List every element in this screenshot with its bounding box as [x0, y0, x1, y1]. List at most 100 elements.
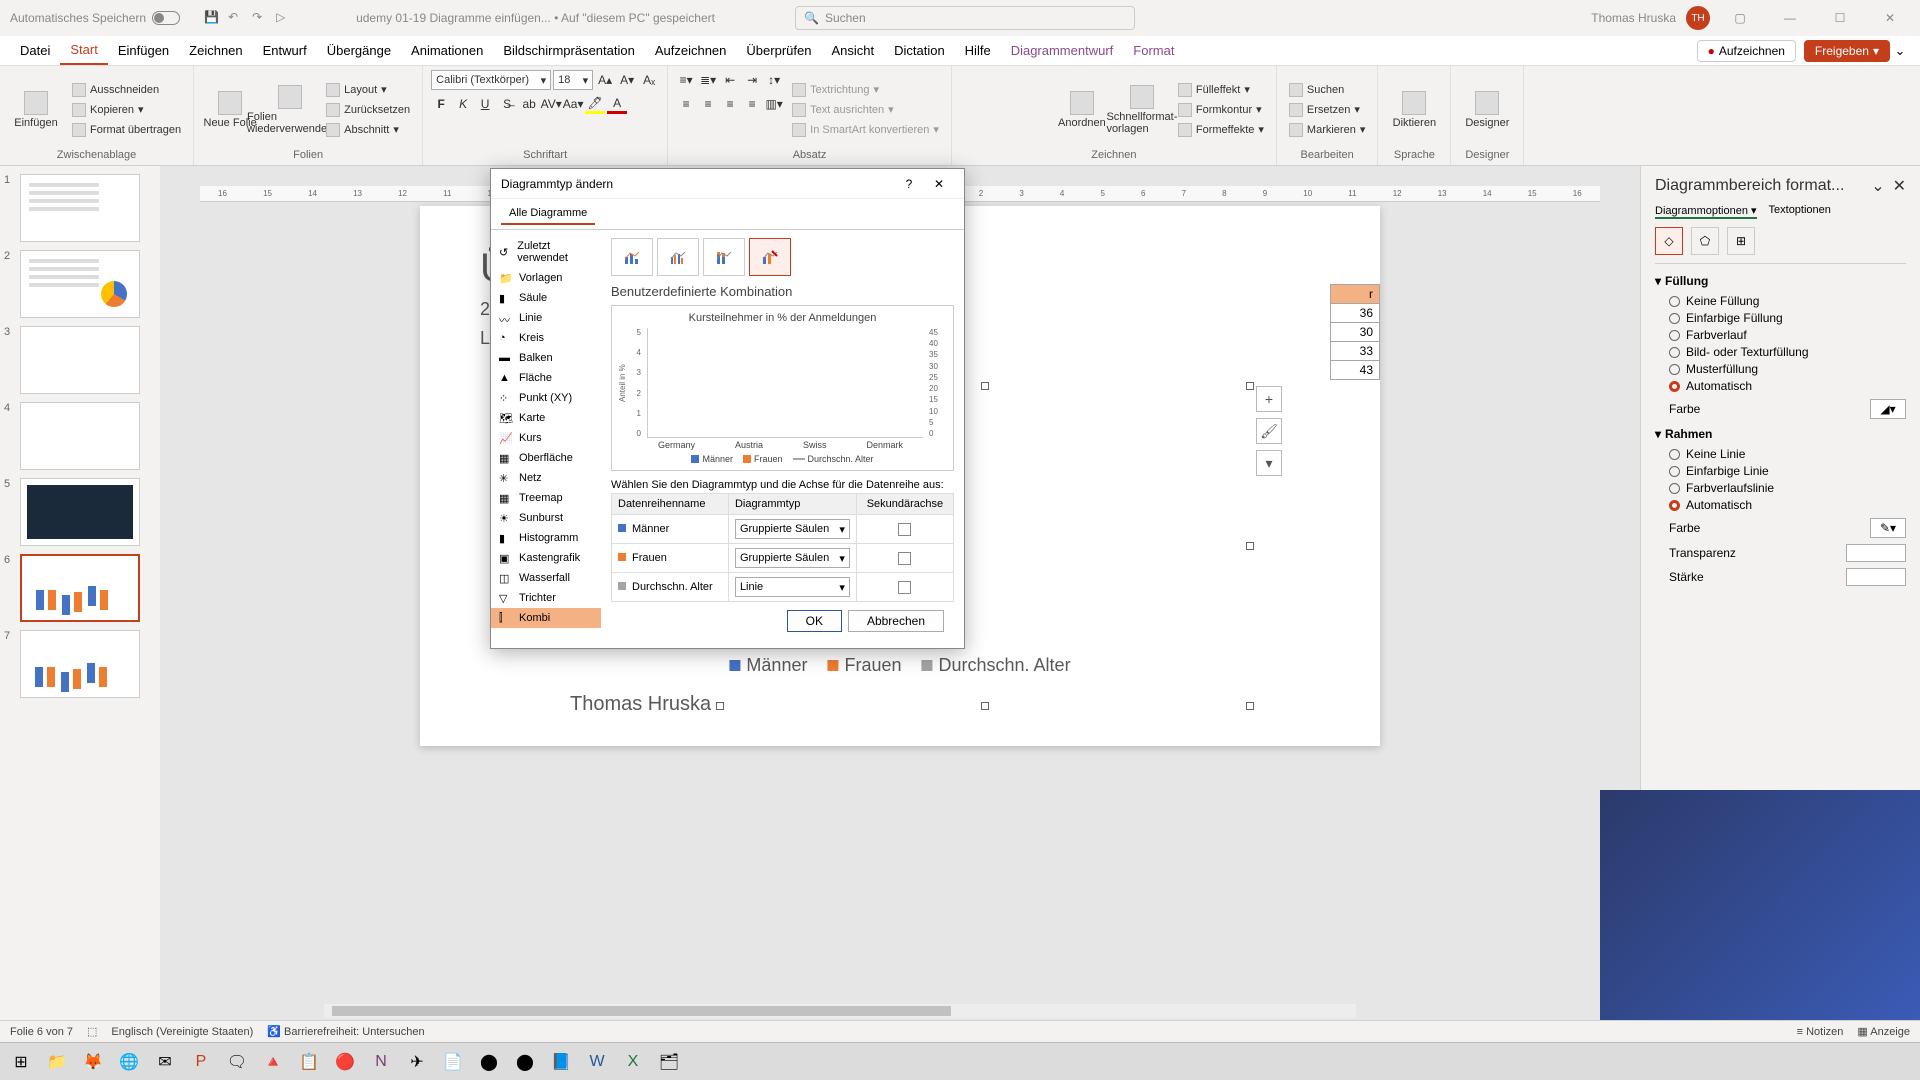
indent-right-icon[interactable]: ⇥: [742, 70, 762, 90]
record-button[interactable]: ●Aufzeichnen: [1697, 40, 1796, 62]
chart-type-kurs[interactable]: 📈Kurs: [491, 428, 601, 448]
shadow-button[interactable]: ab: [519, 94, 539, 114]
transparency-input[interactable]: [1846, 544, 1906, 562]
fill-section-header[interactable]: ▾ Füllung: [1655, 274, 1906, 288]
series-name-0[interactable]: Männer: [612, 515, 729, 544]
columns-icon[interactable]: ▥▾: [764, 94, 784, 114]
chart-type-treemap[interactable]: ▦Treemap: [491, 488, 601, 508]
increase-font-icon[interactable]: A▴: [595, 70, 615, 90]
bold-button[interactable]: F: [431, 94, 451, 114]
border-option-farbverlaufslinie[interactable]: Farbverlaufslinie: [1669, 481, 1906, 495]
paste-button[interactable]: Einfügen: [8, 70, 64, 149]
combo-subtype-3[interactable]: [703, 238, 745, 276]
word-icon[interactable]: W: [580, 1047, 614, 1077]
app3-icon[interactable]: 🔴: [328, 1047, 362, 1077]
new-slide-button[interactable]: Neue Folie: [202, 70, 258, 149]
app6-icon[interactable]: 📘: [544, 1047, 578, 1077]
chart-type-trichter[interactable]: ▽Trichter: [491, 588, 601, 608]
fill-option-einfarbigefllung[interactable]: Einfarbige Füllung: [1669, 311, 1906, 325]
font-color-button[interactable]: A: [607, 94, 627, 114]
tab-transitions[interactable]: Übergänge: [317, 37, 401, 64]
reuse-slides-button[interactable]: Folien wiederverwenden: [262, 70, 318, 149]
tab-chart-options[interactable]: Diagrammoptionen ▾: [1655, 204, 1757, 219]
shape-effects-button[interactable]: Formeffekte▾: [1174, 121, 1268, 139]
shape-fill-button[interactable]: Fülleffekt▾: [1174, 81, 1268, 99]
thumb-2[interactable]: [20, 250, 140, 318]
section-button[interactable]: Abschnitt▾: [322, 121, 414, 139]
app2-icon[interactable]: 📋: [292, 1047, 326, 1077]
ribbon-display-icon[interactable]: ▢: [1720, 4, 1760, 32]
explorer-icon[interactable]: 📁: [40, 1047, 74, 1077]
start-icon[interactable]: ⊞: [4, 1047, 38, 1077]
notes-button[interactable]: ≡ Notizen: [1797, 1026, 1844, 1038]
tab-format[interactable]: Format: [1123, 37, 1184, 64]
layout-button[interactable]: Layout▾: [322, 81, 414, 99]
border-section-header[interactable]: ▾ Rahmen: [1655, 427, 1906, 441]
fill-option-automatisch[interactable]: Automatisch: [1669, 379, 1906, 393]
border-color-button[interactable]: ✎▾: [1870, 518, 1906, 538]
chart-type-linie[interactable]: 〰Linie: [491, 308, 601, 328]
indent-left-icon[interactable]: ⇤: [720, 70, 740, 90]
close-icon[interactable]: ✕: [1870, 4, 1910, 32]
slide-thumbnails[interactable]: 1 2 3 4 5 6 7: [0, 166, 160, 1020]
vlc-icon[interactable]: 🔺: [256, 1047, 290, 1077]
outlook-icon[interactable]: ✉: [148, 1047, 182, 1077]
border-option-einfarbigelinie[interactable]: Einfarbige Linie: [1669, 464, 1906, 478]
tab-text-options[interactable]: Textoptionen: [1769, 204, 1831, 219]
autosave-toggle[interactable]: Automatisches Speichern: [10, 11, 180, 25]
chart-type-karte[interactable]: 🗺Karte: [491, 408, 601, 428]
series-type-combo-1[interactable]: Gruppierte Säulen▾: [735, 548, 850, 568]
tab-dictation[interactable]: Dictation: [884, 37, 955, 64]
thumb-4[interactable]: [20, 402, 140, 470]
tab-file[interactable]: Datei: [10, 37, 60, 64]
justify-icon[interactable]: ≡: [742, 94, 762, 114]
cut-button[interactable]: Ausschneiden: [68, 81, 185, 99]
firefox-icon[interactable]: 🦊: [76, 1047, 110, 1077]
secondary-axis-check-1[interactable]: [898, 552, 911, 565]
chart-type-kombi[interactable]: ⫿Kombi: [491, 608, 601, 628]
quick-styles-button[interactable]: Schnellformat-vorlagen: [1114, 70, 1170, 149]
chart-type-sule[interactable]: ▮Säule: [491, 288, 601, 308]
chart-type-zuletztverwendet[interactable]: ↺Zuletzt verwendet: [491, 236, 601, 268]
fill-option-keinefllung[interactable]: Keine Füllung: [1669, 294, 1906, 308]
thumb-1[interactable]: [20, 174, 140, 242]
chart-type-oberflche[interactable]: ▦Oberfläche: [491, 448, 601, 468]
horizontal-scrollbar[interactable]: [324, 1004, 1356, 1018]
strike-button[interactable]: S̶: [497, 94, 517, 114]
app5-icon[interactable]: ⬤: [508, 1047, 542, 1077]
align-center-icon[interactable]: ≡: [698, 94, 718, 114]
thumb-6[interactable]: [20, 554, 140, 622]
replace-button[interactable]: Ersetzen▾: [1285, 101, 1369, 119]
spacing-button[interactable]: AV▾: [541, 94, 561, 114]
combo-subtype-2[interactable]: [657, 238, 699, 276]
chart-type-vorlagen[interactable]: 📁Vorlagen: [491, 268, 601, 288]
cancel-button[interactable]: Abbrechen: [848, 610, 944, 632]
highlight-button[interactable]: 🖊: [585, 94, 605, 114]
pane-close-icon[interactable]: ✕: [1893, 176, 1906, 196]
obs-icon[interactable]: ⬤: [472, 1047, 506, 1077]
combo-subtype-custom[interactable]: [749, 238, 791, 276]
redo-icon[interactable]: ↷: [252, 10, 268, 26]
numbering-icon[interactable]: ≣▾: [698, 70, 718, 90]
decrease-font-icon[interactable]: A▾: [617, 70, 637, 90]
chart-type-balken[interactable]: ▬Balken: [491, 348, 601, 368]
powerpoint-icon[interactable]: P: [184, 1047, 218, 1077]
designer-button[interactable]: Designer: [1459, 70, 1515, 149]
chart-plus-icon[interactable]: +: [1256, 386, 1282, 412]
language-status[interactable]: Englisch (Vereinigte Staaten): [111, 1026, 253, 1038]
user-avatar[interactable]: TH: [1686, 6, 1710, 30]
fill-line-icon[interactable]: ◇: [1655, 227, 1683, 255]
thumb-7[interactable]: [20, 630, 140, 698]
app7-icon[interactable]: 🗂: [652, 1047, 686, 1077]
chrome-icon[interactable]: 🌐: [112, 1047, 146, 1077]
chart-type-wasserfall[interactable]: ◫Wasserfall: [491, 568, 601, 588]
chart-type-sunburst[interactable]: ☀Sunburst: [491, 508, 601, 528]
slide-author[interactable]: Thomas Hruska: [570, 693, 711, 716]
slideshow-icon[interactable]: ▷: [276, 10, 292, 26]
combo-subtype-1[interactable]: [611, 238, 653, 276]
collapse-ribbon-icon[interactable]: ⌄: [1890, 43, 1910, 59]
dialog-help-icon[interactable]: ?: [894, 169, 924, 199]
chart-filter-icon[interactable]: ▾: [1256, 450, 1282, 476]
line-spacing-icon[interactable]: ↕▾: [764, 70, 784, 90]
maximize-icon[interactable]: ☐: [1820, 4, 1860, 32]
